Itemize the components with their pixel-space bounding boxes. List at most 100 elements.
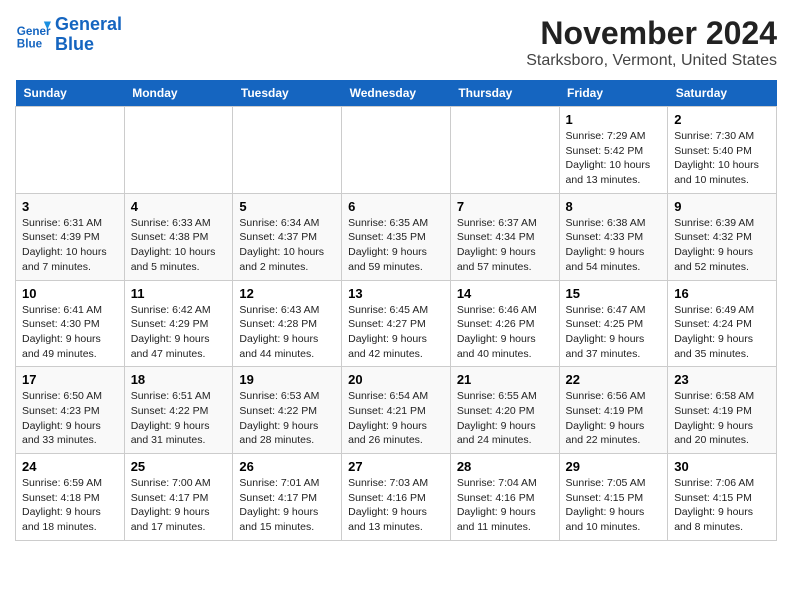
- calendar-cell: 14 Sunrise: 6:46 AM Sunset: 4:26 PM Dayli…: [450, 280, 559, 367]
- location: Starksboro, Vermont, United States: [526, 52, 777, 70]
- page-header: General Blue General Blue November 2024 …: [15, 15, 777, 70]
- day-number: 20: [348, 372, 444, 387]
- logo-text: General Blue: [55, 15, 122, 55]
- day-info: Sunrise: 7:03 AM Sunset: 4:16 PM Dayligh…: [348, 476, 444, 535]
- calendar-cell: 19 Sunrise: 6:53 AM Sunset: 4:22 PM Dayli…: [233, 367, 342, 454]
- day-info: Sunrise: 7:05 AM Sunset: 4:15 PM Dayligh…: [566, 476, 662, 535]
- day-info: Sunrise: 6:34 AM Sunset: 4:37 PM Dayligh…: [239, 216, 335, 275]
- calendar-cell: 11Sunrise: 6:42 AM Sunset: 4:29 PM Dayli…: [124, 280, 233, 367]
- day-number: 24: [22, 459, 118, 474]
- day-info: Sunrise: 6:31 AM Sunset: 4:39 PM Dayligh…: [22, 216, 118, 275]
- calendar-cell: 26 Sunrise: 7:01 AM Sunset: 4:17 PM Dayli…: [233, 454, 342, 541]
- title-block: November 2024 Starksboro, Vermont, Unite…: [526, 15, 777, 70]
- day-info: Sunrise: 7:29 AM Sunset: 5:42 PM Dayligh…: [566, 129, 662, 188]
- calendar-cell: [16, 107, 125, 194]
- day-number: 2: [674, 112, 770, 127]
- weekday-header: Wednesday: [342, 80, 451, 107]
- calendar-cell: 28 Sunrise: 7:04 AM Sunset: 4:16 PM Dayli…: [450, 454, 559, 541]
- day-number: 14: [457, 286, 553, 301]
- calendar-cell: 7 Sunrise: 6:37 AM Sunset: 4:34 PM Daylig…: [450, 193, 559, 280]
- day-number: 25: [131, 459, 227, 474]
- day-info: Sunrise: 6:39 AM Sunset: 4:32 PM Dayligh…: [674, 216, 770, 275]
- day-number: 28: [457, 459, 553, 474]
- calendar-cell: 29 Sunrise: 7:05 AM Sunset: 4:15 PM Dayli…: [559, 454, 668, 541]
- day-number: 5: [239, 199, 335, 214]
- day-number: 8: [566, 199, 662, 214]
- day-info: Sunrise: 7:04 AM Sunset: 4:16 PM Dayligh…: [457, 476, 553, 535]
- day-number: 11: [131, 286, 227, 301]
- calendar-cell: 17 Sunrise: 6:50 AM Sunset: 4:23 PM Dayli…: [16, 367, 125, 454]
- calendar-cell: 18 Sunrise: 6:51 AM Sunset: 4:22 PM Dayli…: [124, 367, 233, 454]
- day-info: Sunrise: 6:50 AM Sunset: 4:23 PM Dayligh…: [22, 389, 118, 448]
- day-info: Sunrise: 6:46 AM Sunset: 4:26 PM Dayligh…: [457, 303, 553, 362]
- weekday-header: Monday: [124, 80, 233, 107]
- calendar-cell: 10 Sunrise: 6:41 AM Sunset: 4:30 PM Dayli…: [16, 280, 125, 367]
- day-info: Sunrise: 7:30 AM Sunset: 5:40 PM Dayligh…: [674, 129, 770, 188]
- logo-line1: General: [55, 14, 122, 34]
- calendar-cell: 12 Sunrise: 6:43 AM Sunset: 4:28 PM Dayli…: [233, 280, 342, 367]
- calendar-cell: 5 Sunrise: 6:34 AM Sunset: 4:37 PM Daylig…: [233, 193, 342, 280]
- day-number: 30: [674, 459, 770, 474]
- calendar-cell: 20 Sunrise: 6:54 AM Sunset: 4:21 PM Dayli…: [342, 367, 451, 454]
- day-info: Sunrise: 6:59 AM Sunset: 4:18 PM Dayligh…: [22, 476, 118, 535]
- calendar-cell: 2 Sunrise: 7:30 AM Sunset: 5:40 PM Daylig…: [668, 107, 777, 194]
- day-number: 1: [566, 112, 662, 127]
- calendar-cell: 13 Sunrise: 6:45 AM Sunset: 4:27 PM Dayli…: [342, 280, 451, 367]
- weekday-header: Saturday: [668, 80, 777, 107]
- weekday-header: Tuesday: [233, 80, 342, 107]
- calendar-cell: 8 Sunrise: 6:38 AM Sunset: 4:33 PM Daylig…: [559, 193, 668, 280]
- day-number: 15: [566, 286, 662, 301]
- day-number: 6: [348, 199, 444, 214]
- day-info: Sunrise: 6:49 AM Sunset: 4:24 PM Dayligh…: [674, 303, 770, 362]
- day-number: 29: [566, 459, 662, 474]
- day-number: 18: [131, 372, 227, 387]
- weekday-header: Thursday: [450, 80, 559, 107]
- day-number: 12: [239, 286, 335, 301]
- calendar-week-row: 1 Sunrise: 7:29 AM Sunset: 5:42 PM Daylig…: [16, 107, 777, 194]
- day-info: Sunrise: 6:41 AM Sunset: 4:30 PM Dayligh…: [22, 303, 118, 362]
- calendar-cell: [233, 107, 342, 194]
- day-info: Sunrise: 7:01 AM Sunset: 4:17 PM Dayligh…: [239, 476, 335, 535]
- day-number: 26: [239, 459, 335, 474]
- day-info: Sunrise: 6:43 AM Sunset: 4:28 PM Dayligh…: [239, 303, 335, 362]
- logo-icon: General Blue: [15, 17, 51, 53]
- day-info: Sunrise: 6:37 AM Sunset: 4:34 PM Dayligh…: [457, 216, 553, 275]
- day-number: 17: [22, 372, 118, 387]
- calendar-header-row: SundayMondayTuesdayWednesdayThursdayFrid…: [16, 80, 777, 107]
- day-number: 4: [131, 199, 227, 214]
- calendar-cell: 15 Sunrise: 6:47 AM Sunset: 4:25 PM Dayli…: [559, 280, 668, 367]
- day-info: Sunrise: 7:06 AM Sunset: 4:15 PM Dayligh…: [674, 476, 770, 535]
- day-info: Sunrise: 6:47 AM Sunset: 4:25 PM Dayligh…: [566, 303, 662, 362]
- day-number: 9: [674, 199, 770, 214]
- day-info: Sunrise: 6:45 AM Sunset: 4:27 PM Dayligh…: [348, 303, 444, 362]
- calendar-cell: 30 Sunrise: 7:06 AM Sunset: 4:15 PM Dayli…: [668, 454, 777, 541]
- day-info: Sunrise: 6:56 AM Sunset: 4:19 PM Dayligh…: [566, 389, 662, 448]
- calendar-cell: 4 Sunrise: 6:33 AM Sunset: 4:38 PM Daylig…: [124, 193, 233, 280]
- day-number: 13: [348, 286, 444, 301]
- day-info: Sunrise: 6:53 AM Sunset: 4:22 PM Dayligh…: [239, 389, 335, 448]
- calendar-cell: 9 Sunrise: 6:39 AM Sunset: 4:32 PM Daylig…: [668, 193, 777, 280]
- calendar-cell: 3Sunrise: 6:31 AM Sunset: 4:39 PM Daylig…: [16, 193, 125, 280]
- weekday-header: Sunday: [16, 80, 125, 107]
- day-info: Sunrise: 6:54 AM Sunset: 4:21 PM Dayligh…: [348, 389, 444, 448]
- day-number: 22: [566, 372, 662, 387]
- day-info: Sunrise: 6:33 AM Sunset: 4:38 PM Dayligh…: [131, 216, 227, 275]
- day-number: 7: [457, 199, 553, 214]
- day-number: 21: [457, 372, 553, 387]
- calendar-cell: 27 Sunrise: 7:03 AM Sunset: 4:16 PM Dayli…: [342, 454, 451, 541]
- calendar-cell: 22 Sunrise: 6:56 AM Sunset: 4:19 PM Dayli…: [559, 367, 668, 454]
- logo: General Blue General Blue: [15, 15, 122, 55]
- day-number: 10: [22, 286, 118, 301]
- day-info: Sunrise: 6:51 AM Sunset: 4:22 PM Dayligh…: [131, 389, 227, 448]
- day-number: 27: [348, 459, 444, 474]
- weekday-header: Friday: [559, 80, 668, 107]
- day-info: Sunrise: 6:38 AM Sunset: 4:33 PM Dayligh…: [566, 216, 662, 275]
- calendar-cell: 16 Sunrise: 6:49 AM Sunset: 4:24 PM Dayli…: [668, 280, 777, 367]
- day-info: Sunrise: 6:58 AM Sunset: 4:19 PM Dayligh…: [674, 389, 770, 448]
- day-number: 16: [674, 286, 770, 301]
- svg-text:Blue: Blue: [17, 37, 43, 50]
- calendar-week-row: 24 Sunrise: 6:59 AM Sunset: 4:18 PM Dayli…: [16, 454, 777, 541]
- day-number: 19: [239, 372, 335, 387]
- calendar-cell: 6Sunrise: 6:35 AM Sunset: 4:35 PM Daylig…: [342, 193, 451, 280]
- calendar-cell: 24 Sunrise: 6:59 AM Sunset: 4:18 PM Dayli…: [16, 454, 125, 541]
